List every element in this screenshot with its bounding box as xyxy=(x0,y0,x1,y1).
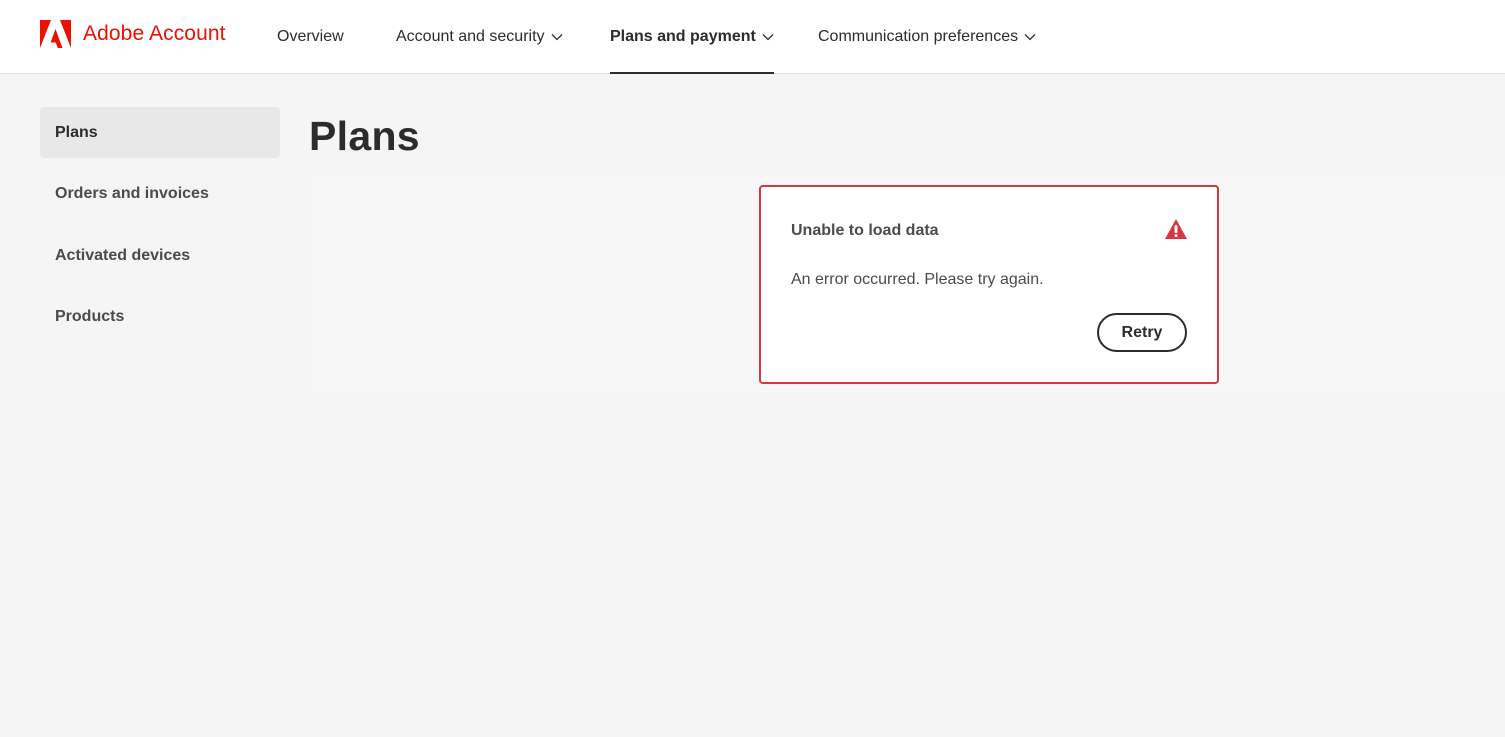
sidebar-item-plans[interactable]: Plans xyxy=(40,107,280,158)
nav-plans-and-payment-label: Plans and payment xyxy=(610,28,756,45)
nav-communication-preferences-label: Communication preferences xyxy=(818,28,1019,45)
error-title: Unable to load data xyxy=(791,222,939,239)
chevron-down-icon xyxy=(551,34,562,41)
nav-account-and-security[interactable]: Account and security xyxy=(396,0,563,74)
sidebar-item-orders-and-invoices[interactable]: Orders and invoices xyxy=(40,168,280,219)
nav-overview-label: Overview xyxy=(277,28,344,45)
retry-button[interactable]: Retry xyxy=(1097,313,1187,352)
sidebar-item-label: Activated devices xyxy=(55,246,191,264)
alert-triangle-icon xyxy=(1165,219,1187,239)
brand-name: Adobe Account xyxy=(83,22,226,45)
adobe-account-home-link[interactable]: Adobe Account xyxy=(40,19,226,49)
adobe-logo-icon xyxy=(40,20,71,48)
chevron-down-icon xyxy=(1024,34,1036,41)
nav-communication-preferences[interactable]: Communication preferences xyxy=(818,0,1036,74)
sidebar-item-label: Plans xyxy=(55,123,98,141)
sidebar-item-label: Orders and invoices xyxy=(55,184,209,202)
sidebar-item-products[interactable]: Products xyxy=(40,291,280,342)
nav-plans-and-payment[interactable]: Plans and payment xyxy=(610,0,774,74)
error-message: An error occurred. Please try again. xyxy=(791,271,1044,288)
nav-overview[interactable]: Overview xyxy=(277,0,344,74)
sidebar-item-activated-devices[interactable]: Activated devices xyxy=(40,230,280,281)
top-header: Adobe Account Overview Account and secur… xyxy=(0,0,1505,74)
nav-account-and-security-label: Account and security xyxy=(396,28,545,45)
error-card: Unable to load data An error occurred. P… xyxy=(759,185,1219,384)
page-title: Plans xyxy=(309,113,420,159)
sidebar-item-label: Products xyxy=(55,307,125,325)
chevron-down-icon xyxy=(762,34,774,41)
